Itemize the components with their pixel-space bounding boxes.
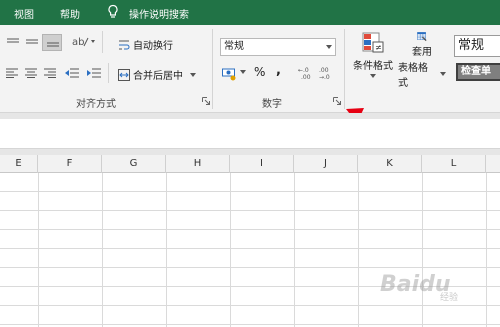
format-as-table-button[interactable]: 套用 表格格式 — [398, 31, 446, 89]
ribbon-tab-bar: 视图 帮助 操作说明搜索 — [0, 0, 500, 25]
merge-center-icon — [118, 68, 130, 81]
conditional-formatting-label: 条件格式 — [353, 61, 393, 72]
align-left-icon[interactable] — [6, 68, 18, 78]
group-separator — [102, 31, 103, 53]
alignment-group-label: 对齐方式 — [76, 99, 116, 110]
column-header-j[interactable]: J — [294, 155, 358, 173]
number-format-select[interactable]: 常规 — [220, 38, 336, 56]
chevron-down-icon[interactable] — [190, 72, 196, 77]
formula-bar[interactable] — [0, 119, 500, 149]
cell-grid[interactable] — [0, 173, 500, 327]
column-header-row: E F G H I J K L — [0, 155, 500, 173]
column-header-g[interactable]: G — [102, 155, 166, 173]
chevron-down-icon — [326, 45, 332, 49]
column-header-l[interactable]: L — [422, 155, 486, 173]
align-bottom-button[interactable] — [42, 34, 62, 51]
tab-help[interactable]: 帮助 — [60, 6, 80, 21]
column-header-e[interactable]: E — [0, 155, 38, 173]
column-header-k[interactable]: K — [358, 155, 422, 173]
group-divider — [344, 29, 345, 109]
comma-style-button[interactable]: , — [276, 63, 281, 78]
align-bottom-icon — [47, 42, 59, 47]
svg-text:ab: ab — [72, 37, 84, 48]
merge-center-button[interactable]: 合并后居中 — [118, 67, 196, 82]
wrap-text-icon — [119, 40, 130, 49]
format-as-table-label-1: 套用 — [412, 47, 432, 58]
baidu-watermark-sub: 经验 — [440, 293, 459, 303]
format-as-table-label-row: 表格格式 — [398, 59, 446, 89]
svg-text:.00: .00 — [319, 67, 329, 74]
align-middle-icon[interactable] — [25, 37, 39, 47]
column-header-f[interactable]: F — [38, 155, 102, 173]
chevron-down-icon[interactable] — [240, 70, 246, 74]
orientation-icon[interactable]: ab — [72, 34, 96, 48]
cell-style-normal[interactable]: 常规 — [454, 35, 500, 57]
format-as-table-icon — [417, 32, 427, 42]
conditional-formatting-icon: ≠ — [362, 32, 384, 53]
chevron-down-icon — [440, 72, 446, 76]
align-right-icon[interactable] — [44, 68, 56, 78]
svg-text:←.0: ←.0 — [298, 67, 309, 74]
accounting-format-icon[interactable] — [222, 67, 238, 81]
increase-indent-icon[interactable] — [87, 67, 101, 79]
tell-me-search[interactable]: 操作说明搜索 — [129, 6, 189, 21]
conditional-formatting-button[interactable]: ≠ 条件格式 — [350, 31, 396, 89]
percent-style-button[interactable]: % — [254, 65, 265, 79]
group-divider — [212, 29, 213, 109]
column-header-h[interactable]: H — [166, 155, 230, 173]
ribbon: ab 自动换行 合并后居中 对齐方式 常规 % , ←.0 .00 .00 →.… — [0, 25, 500, 113]
tab-view[interactable]: 视图 — [14, 6, 34, 21]
number-format-value: 常规 — [224, 41, 244, 52]
number-group-label: 数字 — [262, 99, 282, 110]
svg-text:≠: ≠ — [375, 43, 382, 52]
column-header-i[interactable]: I — [230, 155, 294, 173]
svg-text:→.0: →.0 — [319, 74, 330, 80]
merge-center-label: 合并后居中 — [133, 71, 183, 82]
wrap-text-button[interactable]: 自动换行 — [118, 37, 173, 52]
cell-style-check-cell[interactable]: 检查单 — [456, 63, 500, 81]
dialog-launcher-icon[interactable] — [202, 97, 210, 105]
align-center-icon[interactable] — [25, 68, 37, 78]
group-separator — [108, 63, 109, 83]
chevron-down-icon — [370, 74, 376, 78]
wrap-text-label: 自动换行 — [133, 41, 173, 52]
format-as-table-label-2: 表格格式 — [398, 63, 428, 89]
align-top-icon[interactable] — [6, 37, 20, 47]
decrease-indent-icon[interactable] — [65, 67, 79, 79]
svg-text:.00: .00 — [301, 74, 311, 80]
lightbulb-icon — [108, 4, 118, 18]
increase-decimal-icon[interactable]: ←.0 .00 — [298, 66, 316, 80]
decrease-decimal-icon[interactable]: .00 →.0 — [318, 66, 336, 80]
